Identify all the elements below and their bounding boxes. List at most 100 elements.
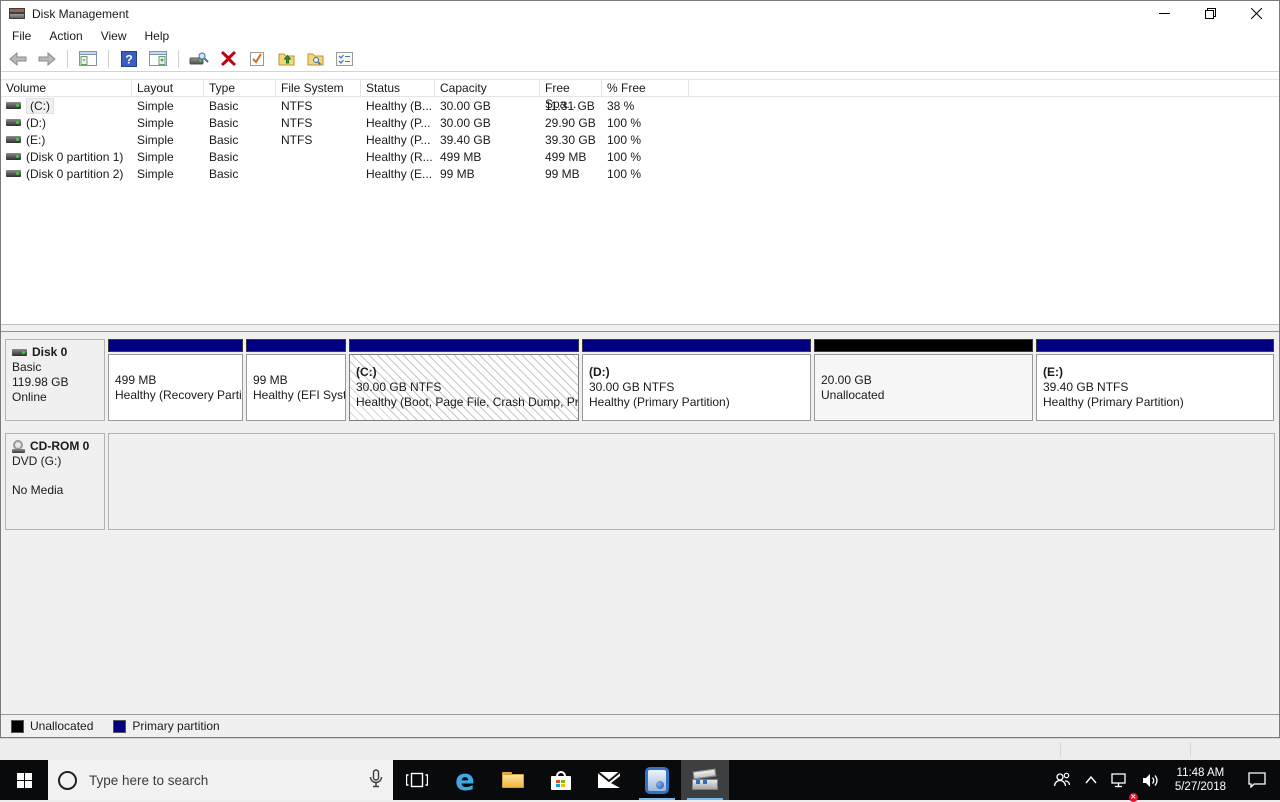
microphone-icon[interactable] bbox=[369, 769, 383, 791]
toolbar-separator bbox=[67, 49, 68, 68]
partition-size: 499 MB bbox=[115, 372, 157, 387]
clock-time: 11:48 AM bbox=[1176, 767, 1225, 779]
volume-row-partition2[interactable]: (Disk 0 partition 2) Simple Basic Health… bbox=[1, 165, 1279, 182]
tray-overflow-chevron-icon[interactable] bbox=[1078, 760, 1104, 800]
volume-row-c[interactable]: (C:) Simple Basic NTFS Healthy (B... 30.… bbox=[1, 97, 1279, 114]
col-status[interactable]: Status bbox=[361, 80, 435, 96]
volume-row-partition1[interactable]: (Disk 0 partition 1) Simple Basic Health… bbox=[1, 148, 1279, 165]
partition-recovery[interactable]: 499 MB Healthy (Recovery Parti bbox=[108, 339, 243, 421]
volume-row-d[interactable]: (D:) Simple Basic NTFS Healthy (P... 30.… bbox=[1, 114, 1279, 131]
network-status-icon[interactable]: ✕ bbox=[1104, 760, 1138, 802]
partition-d[interactable]: (D:) 30.00 GB NTFS Healthy (Primary Part… bbox=[582, 339, 811, 421]
cdrom0-label-panel[interactable]: CD-ROM 0 DVD (G:) No Media bbox=[5, 433, 105, 530]
mail-taskbar-icon[interactable] bbox=[585, 760, 633, 800]
edge-taskbar-icon[interactable]: e bbox=[441, 760, 489, 800]
menu-help[interactable]: Help bbox=[136, 26, 179, 46]
partition-c[interactable]: (C:) 30.00 GB NTFS Healthy (Boot, Page F… bbox=[349, 339, 579, 421]
network-disconnected-badge: ✕ bbox=[1128, 793, 1138, 802]
disk-tool-taskbar-icon[interactable] bbox=[633, 760, 681, 800]
cell-pct: 100 % bbox=[607, 149, 642, 164]
col-free-space[interactable]: Free Spa... bbox=[540, 80, 602, 111]
checklist-icon[interactable] bbox=[333, 48, 355, 70]
disk-management-app-icon bbox=[9, 7, 25, 20]
legend-label: Unallocated bbox=[30, 719, 94, 733]
edge-icon: e bbox=[455, 762, 475, 797]
close-button[interactable] bbox=[1233, 1, 1279, 26]
cdrom0-media-area[interactable] bbox=[108, 433, 1275, 530]
taskbar-search[interactable] bbox=[48, 760, 393, 800]
disk0-size: 119.98 GB bbox=[12, 375, 69, 389]
cortana-icon bbox=[58, 770, 77, 790]
delete-icon[interactable] bbox=[217, 48, 239, 70]
cell-status: Healthy (E... bbox=[366, 166, 433, 181]
partition-e[interactable]: (E:) 39.40 GB NTFS Healthy (Primary Part… bbox=[1036, 339, 1274, 421]
folder-up-icon[interactable] bbox=[275, 48, 297, 70]
cell-type: Basic bbox=[209, 115, 239, 130]
cell-status: Healthy (P... bbox=[366, 115, 431, 130]
col-layout[interactable]: Layout bbox=[132, 80, 204, 96]
disk-tool-icon bbox=[645, 766, 669, 794]
cell-free: 99 MB bbox=[545, 166, 580, 181]
back-icon[interactable] bbox=[7, 48, 29, 70]
volume-drive-icon bbox=[6, 102, 21, 109]
file-explorer-taskbar-icon[interactable] bbox=[489, 760, 537, 800]
col-type[interactable]: Type bbox=[204, 80, 276, 96]
forward-icon[interactable] bbox=[36, 48, 58, 70]
pane-splitter[interactable] bbox=[1, 324, 1279, 332]
col-pct-free[interactable]: % Free bbox=[602, 80, 689, 96]
folder-icon bbox=[502, 772, 524, 788]
partition-status: Unallocated bbox=[821, 387, 885, 402]
action-center-icon[interactable] bbox=[1234, 760, 1280, 800]
minimize-button[interactable] bbox=[1141, 1, 1187, 26]
svg-text:?: ? bbox=[125, 52, 132, 66]
legend-unallocated: Unallocated bbox=[11, 719, 93, 733]
volume-name: (E:) bbox=[26, 132, 46, 147]
col-capacity[interactable]: Capacity bbox=[435, 80, 540, 96]
help-icon[interactable]: ? bbox=[118, 48, 140, 70]
volume-row-e[interactable]: (E:) Simple Basic NTFS Healthy (P... 39.… bbox=[1, 131, 1279, 148]
disk-management-taskbar-icon[interactable] bbox=[681, 760, 729, 800]
disk0-partitions: 499 MB Healthy (Recovery Parti 99 MB Hea… bbox=[108, 339, 1274, 421]
folder-search-icon[interactable] bbox=[304, 48, 326, 70]
volume-speaker-icon[interactable] bbox=[1135, 760, 1167, 800]
show-action-pane-icon[interactable] bbox=[147, 48, 169, 70]
volume-drive-icon bbox=[6, 136, 21, 143]
cell-capacity: 499 MB bbox=[440, 149, 482, 164]
cell-layout: Simple bbox=[137, 166, 174, 181]
taskbar-clock[interactable]: 11:48 AM 5/27/2018 bbox=[1167, 766, 1234, 794]
cdrom0-name: CD-ROM 0 bbox=[30, 439, 90, 453]
partition-efi[interactable]: 99 MB Healthy (EFI Syst bbox=[246, 339, 346, 421]
cell-pct: 100 % bbox=[607, 115, 642, 130]
menu-action[interactable]: Action bbox=[40, 26, 91, 46]
menu-view[interactable]: View bbox=[92, 26, 136, 46]
volume-name: (Disk 0 partition 2) bbox=[26, 166, 124, 181]
disk0-state: Online bbox=[12, 390, 47, 404]
toolbar-separator bbox=[108, 49, 109, 68]
cell-free: 499 MB bbox=[545, 149, 587, 164]
cell-fs: NTFS bbox=[281, 132, 313, 147]
cell-pct: 38 % bbox=[607, 98, 635, 113]
disk0-label-panel[interactable]: Disk 0 Basic 119.98 GB Online bbox=[5, 339, 105, 421]
partition-unallocated[interactable]: 20.00 GB Unallocated bbox=[814, 339, 1033, 421]
background-window-strip bbox=[0, 738, 1280, 760]
cell-layout: Simple bbox=[137, 98, 174, 113]
check-document-icon[interactable] bbox=[246, 48, 268, 70]
people-icon[interactable] bbox=[1046, 760, 1078, 800]
col-filler bbox=[689, 80, 1279, 96]
drive-inspect-icon[interactable] bbox=[188, 48, 210, 70]
store-taskbar-icon[interactable] bbox=[537, 760, 585, 800]
menu-file[interactable]: File bbox=[3, 26, 40, 46]
task-view-button[interactable] bbox=[393, 760, 441, 800]
restore-button[interactable] bbox=[1187, 1, 1233, 26]
cdrom-icon bbox=[12, 440, 25, 453]
cdrom0-row: CD-ROM 0 DVD (G:) No Media bbox=[5, 433, 1275, 530]
cell-layout: Simple bbox=[137, 132, 174, 147]
col-volume[interactable]: Volume bbox=[1, 80, 132, 96]
search-input[interactable] bbox=[87, 771, 359, 789]
show-console-tree-icon[interactable] bbox=[77, 48, 99, 70]
cell-capacity: 39.40 GB bbox=[440, 132, 491, 147]
cell-capacity: 30.00 GB bbox=[440, 98, 491, 113]
start-button[interactable] bbox=[0, 760, 48, 800]
cell-pct: 100 % bbox=[607, 166, 642, 181]
col-file-system[interactable]: File System bbox=[276, 80, 361, 96]
